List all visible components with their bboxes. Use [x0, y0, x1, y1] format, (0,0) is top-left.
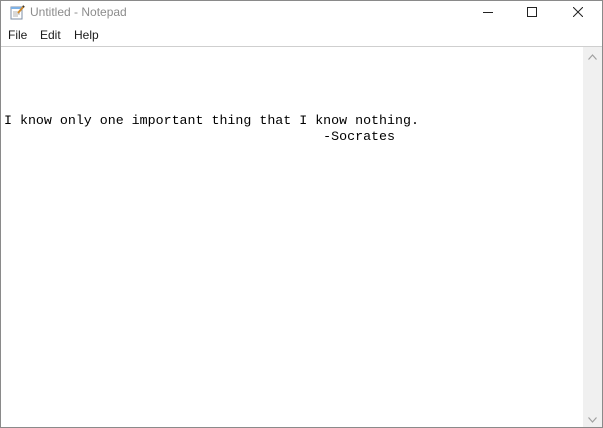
menu-bar: File Edit Help: [1, 25, 602, 45]
close-icon: [572, 4, 584, 22]
editor-line: -Socrates: [4, 129, 395, 144]
minimize-button[interactable]: [465, 1, 511, 24]
chevron-up-icon: [588, 47, 597, 65]
editor-content[interactable]: I know only one important thing that I k…: [4, 113, 419, 145]
menu-file[interactable]: File: [7, 28, 28, 42]
maximize-icon: [527, 4, 537, 22]
text-editor[interactable]: I know only one important thing that I k…: [1, 47, 583, 427]
chevron-down-icon: [588, 410, 597, 428]
notepad-icon: [9, 4, 25, 20]
vertical-scrollbar[interactable]: [583, 47, 602, 427]
notepad-window: Untitled - Notepad File Edit Help I know…: [0, 0, 603, 428]
menu-edit[interactable]: Edit: [39, 28, 62, 42]
scroll-up-button[interactable]: [583, 47, 602, 64]
maximize-button[interactable]: [509, 1, 555, 24]
scroll-down-button[interactable]: [583, 410, 602, 427]
title-bar[interactable]: Untitled - Notepad: [1, 1, 602, 24]
minimize-icon: [483, 4, 493, 22]
window-title: Untitled - Notepad: [30, 5, 127, 19]
menu-help[interactable]: Help: [73, 28, 100, 42]
close-button[interactable]: [555, 1, 601, 24]
editor-line: I know only one important thing that I k…: [4, 113, 419, 128]
